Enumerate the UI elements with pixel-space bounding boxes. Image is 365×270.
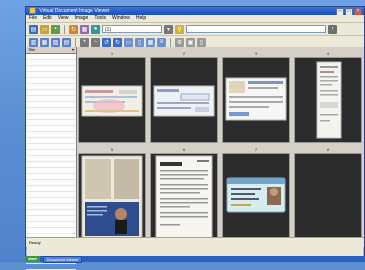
document-tree: Title ▾ [26,47,77,270]
cheque-image [81,85,143,117]
content-area: Title ▾ 1 2 3 4 5 6 7 8 Ready [26,47,364,270]
cell-number: 7 [254,147,258,152]
properties-icon[interactable]: ▣ [186,37,195,47]
cell-number: 8 [326,147,330,152]
find-icon[interactable]: ⚲ [175,24,184,34]
zoom-in-icon[interactable]: + [80,37,89,47]
menu-item-help[interactable]: Help [136,15,146,22]
page-icon[interactable]: ▤ [62,37,71,47]
status-bar: Ready [26,237,364,247]
menu-item-tools[interactable]: Tools [94,15,106,22]
two-page-icon[interactable]: ▯ [135,37,144,47]
scan-icon[interactable]: ↻ [69,24,78,34]
status-text: Ready [29,240,41,245]
print-icon[interactable]: ▦ [80,24,89,34]
taskbar-item[interactable]: Document Viewer [42,255,83,263]
rotate-icon[interactable]: ↺ [102,37,111,47]
thumbnail-cell[interactable]: 8 [294,147,362,241]
thumbnail-grid: 1 2 3 4 5 6 7 8 [78,49,362,241]
grid-view-icon[interactable]: ▦ [40,37,49,47]
window-title: Virtual Document Image Viewer [39,8,110,14]
zoom-out-icon[interactable]: − [91,37,100,47]
search-input[interactable] [186,25,326,33]
cell-number: 2 [182,51,186,56]
toolbar-separator [170,37,171,47]
thumbnail-cell[interactable]: 2 [150,51,218,143]
open-icon[interactable]: ▤ [29,24,38,34]
tree-row[interactable] [26,264,76,270]
cell-number: 5 [110,147,114,152]
cell-number: 1 [110,51,114,56]
maximize-button[interactable]: □ [345,8,353,15]
menu-bar: File Edit View Image Tools Window Help [26,15,364,23]
cell-number: 4 [326,51,330,56]
page-selector[interactable]: (1) [102,25,162,33]
save-icon[interactable]: ▪ [51,24,60,34]
folder-icon[interactable]: ▭ [40,24,49,34]
close-button[interactable]: × [354,8,362,15]
main-toolbar: ▤ ▭ ▪ ↻ ▦ ● (1) ▾ ⚲ › [26,23,364,36]
app-icon [29,7,36,15]
tools-icon[interactable]: ⚙ [175,37,184,47]
form-image [225,77,287,121]
globe-icon[interactable]: ● [91,24,100,34]
start-button[interactable]: start [25,256,40,262]
menu-item-view[interactable]: View [58,15,69,22]
taskbar: start Document Viewer [25,255,365,263]
layout-icon[interactable]: ▥ [29,37,38,47]
toolbar-separator [64,24,65,34]
receipt-image [316,61,342,139]
thumbnail-cell[interactable]: 5 [78,147,146,241]
single-page-icon[interactable]: ▭ [124,37,133,47]
tree-header-label: Title [28,47,36,52]
bookmark-icon[interactable]: ▯ [197,37,206,47]
letter-image [155,155,213,239]
id-card-image [226,177,286,213]
magazine-image [81,155,143,239]
thumbnail-cell[interactable]: 7 [222,147,290,241]
menu-item-file[interactable]: File [29,15,37,22]
thumbnail-cell[interactable]: 3 [222,51,290,143]
chevron-down-icon: ▾ [71,47,74,52]
title-bar: Virtual Document Image Viewer – □ × [26,7,364,15]
go-icon[interactable]: › [328,24,337,34]
refresh-icon[interactable]: ↻ [113,37,122,47]
thumbnail-cell[interactable]: 1 [78,51,146,143]
chevron-down-icon[interactable]: ▾ [164,24,173,34]
menu-item-window[interactable]: Window [112,15,130,22]
cheque-image [153,85,215,117]
thumbnail-cell[interactable]: 6 [150,147,218,241]
menu-item-image[interactable]: Image [74,15,88,22]
cell-number: 6 [182,147,186,152]
four-page-icon[interactable]: ▦ [146,37,155,47]
application-window: Virtual Document Image Viewer – □ × File… [25,6,365,270]
toolbar-separator [75,37,76,47]
thumbnail-icon[interactable]: ▧ [51,37,60,47]
cell-number: 3 [254,51,258,56]
thumbnail-cell[interactable]: 4 [294,51,362,143]
menu-item-edit[interactable]: Edit [43,15,52,22]
minimize-button[interactable]: – [336,8,344,15]
tree-header[interactable]: Title ▾ [26,47,76,54]
window-controls: – □ × [336,8,362,15]
list-view-icon[interactable]: ≡ [157,37,166,47]
